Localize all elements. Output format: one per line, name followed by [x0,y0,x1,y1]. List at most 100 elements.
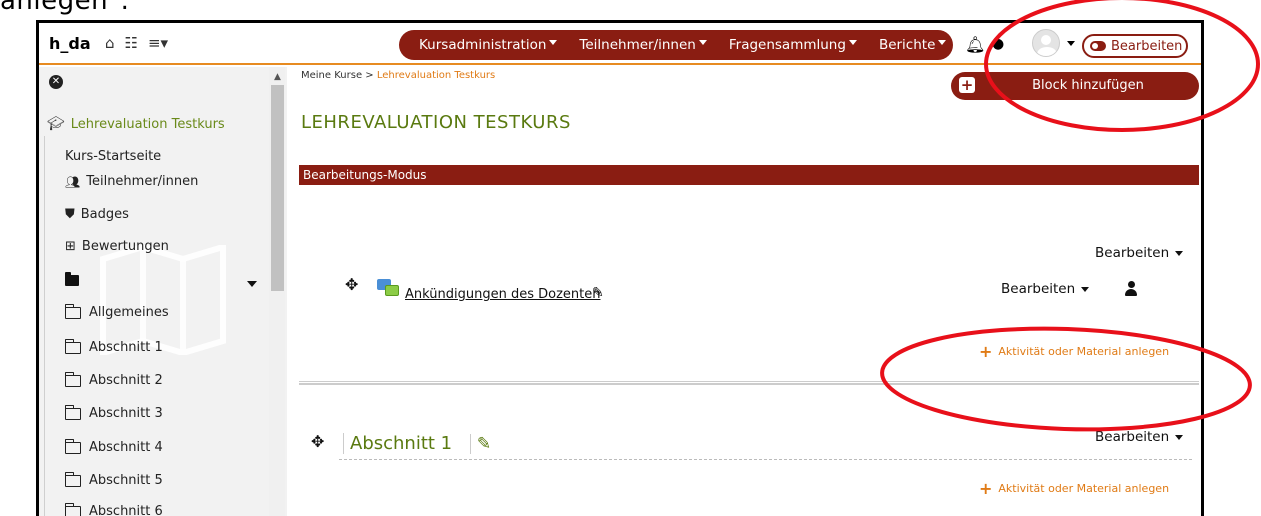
sidebar-item-label: Badges [80,207,129,222]
sidebar-section-abschnitt-1[interactable]: Abschnitt 1 [64,338,163,355]
pencil-edit-icon[interactable]: ✎ [592,285,604,301]
forum-icon [377,279,401,299]
menu-label: Kursadministration [419,37,547,53]
page: anlegen". h_da ⌂ ☷ ≡▾ Kursadministration… [0,0,1261,516]
move-arrows-icon[interactable]: ✥ [311,432,324,451]
folder-icon [65,272,79,286]
section1-edit-menu[interactable]: Bearbeiten [1095,429,1184,445]
folder-outline-icon [64,404,81,420]
pencil-edit-icon[interactable]: ✎ [469,434,492,454]
breadcrumb: Meine Kurse > Lehrevaluation Testkurs [301,70,495,81]
chat-icon[interactable]: ● [992,36,1004,52]
caret-down-icon [1081,286,1090,292]
breadcrumb-home-link[interactable]: Meine Kurse [301,70,362,81]
sidebar-section-label: Abschnitt 5 [89,473,163,488]
tree-guide-line [44,136,45,516]
sitemap-icon[interactable]: ☷ [125,34,138,52]
sidebar-item-folder[interactable] [65,272,79,286]
folder-outline-icon [64,502,81,516]
move-arrows-icon[interactable]: ✥ [345,275,358,294]
edit-menu-label: Bearbeiten [1095,245,1170,261]
menu-teilnehmer[interactable]: Teilnehmer/innen [579,37,707,53]
graduation-cap-icon: 🎓︎ [47,116,65,132]
breadcrumb-separator: > [362,70,377,81]
table-icon: ⊞ [65,239,76,254]
sidebar-section-abschnitt-2[interactable]: Abschnitt 2 [64,371,163,388]
bell-icon[interactable]: 🔔︎ [965,35,985,54]
close-drawer-icon[interactable]: ✕ [49,75,63,89]
edit-menu-label: Bearbeiten [1001,281,1076,297]
section0-edit-menu[interactable]: Bearbeiten [1095,245,1184,261]
plus-icon: + [979,342,993,361]
sidebar-section-allgemeines[interactable]: Allgemeines [64,303,169,320]
folder-outline-icon [64,471,81,487]
folder-outline-icon [64,371,81,387]
menu-label: Teilnehmer/innen [579,37,696,53]
sidebar-section-label: Abschnitt 6 [89,504,163,516]
menu-fragensammlung[interactable]: Fragensammlung [729,37,857,53]
scroll-up-arrow-icon[interactable]: ▲ [274,72,281,82]
hamburger-menu-icon[interactable]: ≡▾ [148,34,168,52]
section-title-label: Abschnitt 1 [350,433,453,454]
sidebar-section-abschnitt-6[interactable]: Abschnitt 6 [64,502,163,516]
users-icon: 👥︎ [65,174,81,189]
user-menu-caret-icon[interactable] [1067,41,1075,46]
activity-link-ankuendigungen[interactable]: Ankündigungen des Dozenten [405,287,600,302]
sidebar-section-label: Allgemeines [89,305,169,320]
top-navbar: h_da ⌂ ☷ ≡▾ Kursadministration Teilnehme… [39,23,1201,65]
plus-icon: + [979,479,993,498]
caret-down-icon [549,40,558,45]
activity-edit-menu[interactable]: Bearbeiten [1001,281,1090,297]
add-activity-link[interactable]: + Aktivität oder Material anlegen [979,342,1169,361]
section-title-underline [339,459,1192,460]
menu-berichte[interactable]: Berichte [878,37,947,53]
menu-kursadministration[interactable]: Kursadministration [419,37,558,53]
edit-toggle-label: Bearbeiten [1111,38,1183,54]
menu-label: Fragensammlung [728,37,846,53]
sidebar-scroll-thumb[interactable] [271,85,284,291]
sidebar-section-label: Abschnitt 2 [89,373,163,388]
caret-down-icon [848,40,857,45]
toggle-switch-icon [1090,41,1106,51]
add-activity-link-section1[interactable]: + Aktivität oder Material anlegen [979,479,1169,498]
folder-outline-icon [64,303,81,319]
main-menu: Kursadministration Teilnehmer/innen Frag… [399,30,953,60]
add-activity-label: Aktivität oder Material anlegen [998,345,1170,358]
sidebar-section-label: Abschnitt 3 [89,406,163,421]
caret-down-icon [698,40,707,45]
page-title: LEHREVALUATION TESTKURS [301,112,571,133]
sidebar-section-abschnitt-3[interactable]: Abschnitt 3 [64,404,163,421]
add-block-button[interactable]: + Block hinzufügen [951,72,1199,100]
edit-mode-toggle[interactable]: Bearbeiten [1082,34,1188,58]
course-link-label: Lehrevaluation Testkurs [70,116,225,132]
sidebar-item-label: Teilnehmer/innen [86,174,199,189]
sidebar-item-bewertungen[interactable]: ⊞ Bewertungen [65,239,169,254]
edit-mode-banner: Bearbeitungs-Modus [299,165,1199,185]
sidebar-section-abschnitt-5[interactable]: Abschnitt 5 [64,471,163,488]
caption-text: anlegen". [0,0,130,16]
caret-down-icon [1175,250,1184,256]
sidebar-course-link[interactable]: 🎓︎ Lehrevaluation Testkurs [47,116,225,132]
shield-icon: ⛊ [65,207,75,222]
person-icon[interactable] [1125,281,1137,297]
nav-quick-icons: ⌂ ☷ ≡▾ [105,34,168,52]
section-title-abschnitt-1[interactable]: Abschnitt 1 ✎ [343,433,492,454]
sidebar-item-teilnehmer[interactable]: 👥︎ Teilnehmer/innen [65,174,198,189]
sidebar-item-badges[interactable]: ⛊ Badges [65,207,129,222]
sidebar-item-kurs-startseite[interactable]: Kurs-Startseite [65,149,161,164]
moodle-window: h_da ⌂ ☷ ≡▾ Kursadministration Teilnehme… [36,20,1204,516]
add-activity-label: Aktivität oder Material anlegen [998,482,1170,495]
caret-down-icon [938,40,947,45]
avatar[interactable] [1032,29,1060,57]
sidebar-section-label: Abschnitt 4 [89,440,163,455]
sidebar-section-abschnitt-4[interactable]: Abschnitt 4 [64,438,163,455]
menu-label: Berichte [878,37,936,53]
sidebar-section-label: Abschnitt 1 [89,340,163,355]
sidebar-item-label: Kurs-Startseite [65,149,162,164]
home-icon[interactable]: ⌂ [105,34,115,52]
add-block-label: Block hinzufügen [1032,78,1144,93]
folder-expand-caret-icon[interactable] [247,281,257,287]
breadcrumb-current-link[interactable]: Lehrevaluation Testkurs [377,70,495,81]
brand-logo[interactable]: h_da [49,34,91,53]
folder-outline-icon [64,438,81,454]
